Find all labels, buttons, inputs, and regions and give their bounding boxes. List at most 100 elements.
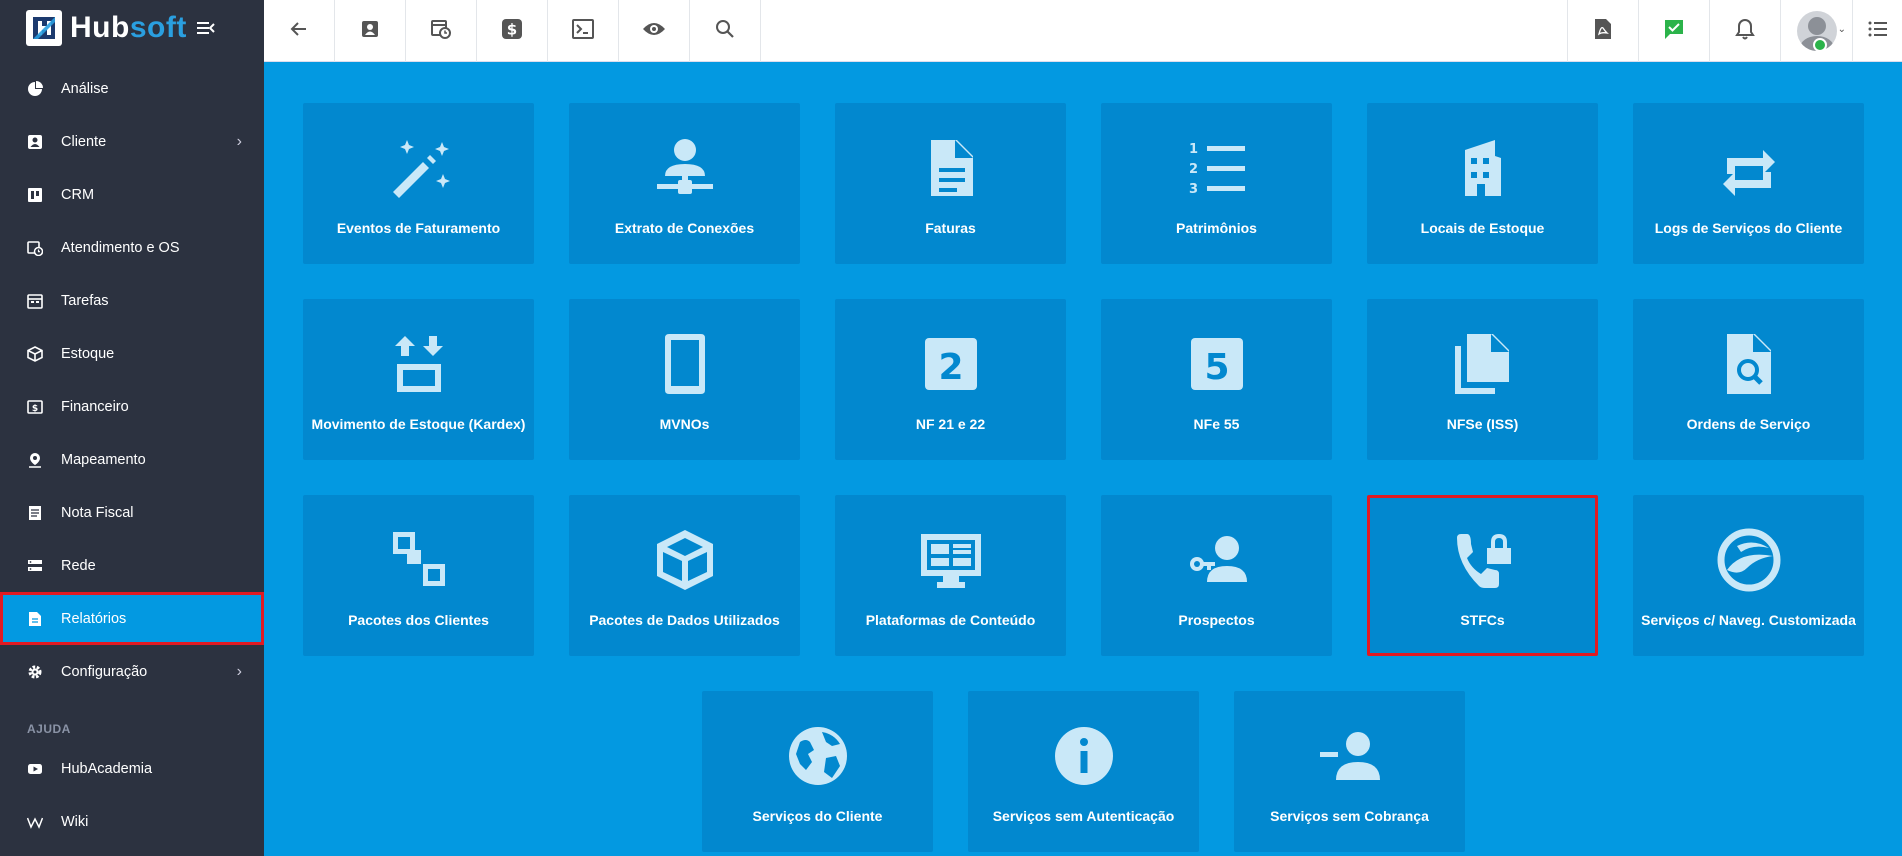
tile-pacotes-clientes[interactable]: Pacotes dos Clientes — [303, 495, 534, 656]
tile-locais-estoque[interactable]: Locais de Estoque — [1367, 103, 1598, 264]
receipt-icon — [27, 505, 43, 521]
view-button[interactable] — [619, 0, 690, 62]
sidebar-item-financeiro[interactable]: $ Financeiro — [0, 380, 264, 433]
sidebar-item-label: Mapeamento — [61, 451, 146, 468]
collapse-sidebar-icon[interactable] — [196, 21, 215, 35]
tile-nfe-55[interactable]: 5 NFe 55 — [1101, 299, 1332, 460]
list-menu-icon — [1868, 20, 1888, 43]
sidebar-item-mapeamento[interactable]: Mapeamento — [0, 433, 264, 486]
sidebar-item-tarefas[interactable]: Tarefas — [0, 274, 264, 327]
tile-label: STFCs — [1460, 612, 1505, 628]
tile-pacotes-dados[interactable]: Pacotes de Dados Utilizados — [569, 495, 800, 656]
tile-stfcs[interactable]: STFCs — [1367, 495, 1598, 656]
pdf-button[interactable] — [1567, 0, 1638, 62]
sidebar-item-rede[interactable]: Rede — [0, 539, 264, 592]
tile-movimento-estoque[interactable]: Movimento de Estoque (Kardex) — [303, 299, 534, 460]
sidebar-item-nota-fiscal[interactable]: Nota Fiscal — [0, 486, 264, 539]
back-arrow-icon — [289, 19, 309, 44]
sidebar-item-label: Rede — [61, 557, 96, 574]
toolbar-right: ⌄ — [1567, 0, 1902, 62]
tile-label: Prospectos — [1178, 612, 1255, 628]
schedule-button[interactable] — [406, 0, 477, 62]
tile-nfse-iss[interactable]: NFSe (ISS) — [1367, 299, 1598, 460]
tile-label: Logs de Serviços do Cliente — [1654, 220, 1843, 236]
map-pin-icon — [27, 452, 43, 468]
sidebar-item-label: Cliente — [61, 133, 107, 150]
sidebar-item-configuracao[interactable]: Configuração › — [0, 645, 264, 698]
hubsoft-logo-icon — [26, 10, 62, 46]
sidebar-item-wiki[interactable]: Wiki — [0, 795, 264, 848]
numeric-5-box-icon: 5 — [1185, 332, 1249, 396]
report-icon — [27, 611, 43, 627]
sidebar-item-label: Configuração — [61, 663, 148, 680]
sidebar-nav: Análise Cliente › CRM Atendimento e OS T… — [0, 62, 264, 848]
tile-label: Plataformas de Conteúdo — [865, 612, 1036, 628]
tile-label: Locais de Estoque — [1420, 220, 1545, 236]
sidebar-item-cliente[interactable]: Cliente › — [0, 115, 264, 168]
finance-button[interactable]: $ — [477, 0, 548, 62]
sidebar-item-label: Atendimento e OS — [61, 239, 180, 256]
sidebar-item-label: Relatórios — [61, 610, 127, 627]
sidebar-item-estoque[interactable]: Estoque — [0, 327, 264, 380]
svg-text:1: 1 — [1189, 142, 1198, 157]
calendar-clock-icon — [27, 240, 43, 256]
sidebar-item-analise[interactable]: Análise — [0, 62, 264, 115]
sidebar-item-crm[interactable]: CRM — [0, 168, 264, 221]
tile-label: NF 21 e 22 — [915, 416, 986, 432]
user-menu[interactable]: ⌄ — [1780, 0, 1852, 62]
tile-eventos-faturamento[interactable]: Eventos de Faturamento — [303, 103, 534, 264]
tile-label: Patrimônios — [1176, 220, 1257, 236]
tile-servicos-cliente[interactable]: Serviços do Cliente — [702, 691, 933, 852]
wikipedia-icon — [27, 814, 43, 830]
package-icon — [27, 345, 43, 362]
tile-label: Pacotes dos Clientes — [348, 612, 489, 628]
contact-card-icon — [27, 134, 43, 150]
sidebar-item-atendimento[interactable]: Atendimento e OS — [0, 221, 264, 274]
tile-servicos-naveg-customizada[interactable]: Serviços c/ Naveg. Customizada — [1633, 495, 1864, 656]
tile-servicos-sem-autenticacao[interactable]: Serviços sem Autenticação — [968, 691, 1199, 852]
sidebar-item-label: Financeiro — [61, 398, 129, 415]
menu-button[interactable] — [1852, 0, 1902, 62]
brand-name: Hubsoft — [70, 11, 187, 45]
tile-ordens-servico[interactable]: Ordens de Serviço — [1633, 299, 1864, 460]
tile-patrimonios[interactable]: 1 2 3 Patrimônios — [1101, 103, 1332, 264]
online-status-icon — [1813, 38, 1827, 52]
file-multiple-icon — [1451, 332, 1515, 396]
group-icon — [387, 528, 451, 592]
sidebar-item-label: Análise — [61, 80, 109, 97]
svg-text:2: 2 — [1189, 162, 1198, 177]
svg-text:5: 5 — [1204, 347, 1229, 388]
messages-button[interactable] — [1638, 0, 1709, 62]
swap-vertical-icon — [387, 332, 451, 396]
tile-faturas[interactable]: Faturas — [835, 103, 1066, 264]
tile-servicos-sem-cobranca[interactable]: Serviços sem Cobrança — [1234, 691, 1465, 852]
sidebar-item-label: Estoque — [61, 345, 115, 362]
contact-card-icon — [360, 19, 380, 44]
tile-extrato-conexoes[interactable]: Extrato de Conexões — [569, 103, 800, 264]
building-icon — [1451, 136, 1515, 200]
tile-label: Serviços sem Cobrança — [1270, 808, 1429, 824]
account-network-icon — [653, 136, 717, 200]
calendar-tasks-icon — [27, 293, 43, 309]
tile-nf-21-22[interactable]: 2 NF 21 e 22 — [835, 299, 1066, 460]
tile-mvnos[interactable]: MVNOs — [569, 299, 800, 460]
terminal-button[interactable] — [548, 0, 619, 62]
notifications-button[interactable] — [1709, 0, 1780, 62]
sidebar-item-hubacademia[interactable]: HubAcademia — [0, 742, 264, 795]
sidebar-item-relatorios[interactable]: Relatórios — [0, 592, 264, 645]
tile-plataformas-conteudo[interactable]: Plataformas de Conteúdo — [835, 495, 1066, 656]
youtube-icon — [27, 761, 43, 777]
account-minus-icon — [1318, 724, 1382, 788]
phone-lock-icon — [1451, 528, 1515, 592]
chevron-right-icon: › — [236, 662, 242, 680]
back-button[interactable] — [264, 0, 335, 62]
top-toolbar: $ ⌄ — [264, 0, 1902, 62]
tile-logs-servicos[interactable]: Logs de Serviços do Cliente — [1633, 103, 1864, 264]
sidebar-item-label: CRM — [61, 186, 95, 203]
tile-prospectos[interactable]: Prospectos — [1101, 495, 1332, 656]
clients-button[interactable] — [335, 0, 406, 62]
chart-pie-icon — [27, 80, 43, 97]
search-button[interactable] — [690, 0, 761, 62]
help-section-label: AJUDA — [27, 722, 71, 736]
